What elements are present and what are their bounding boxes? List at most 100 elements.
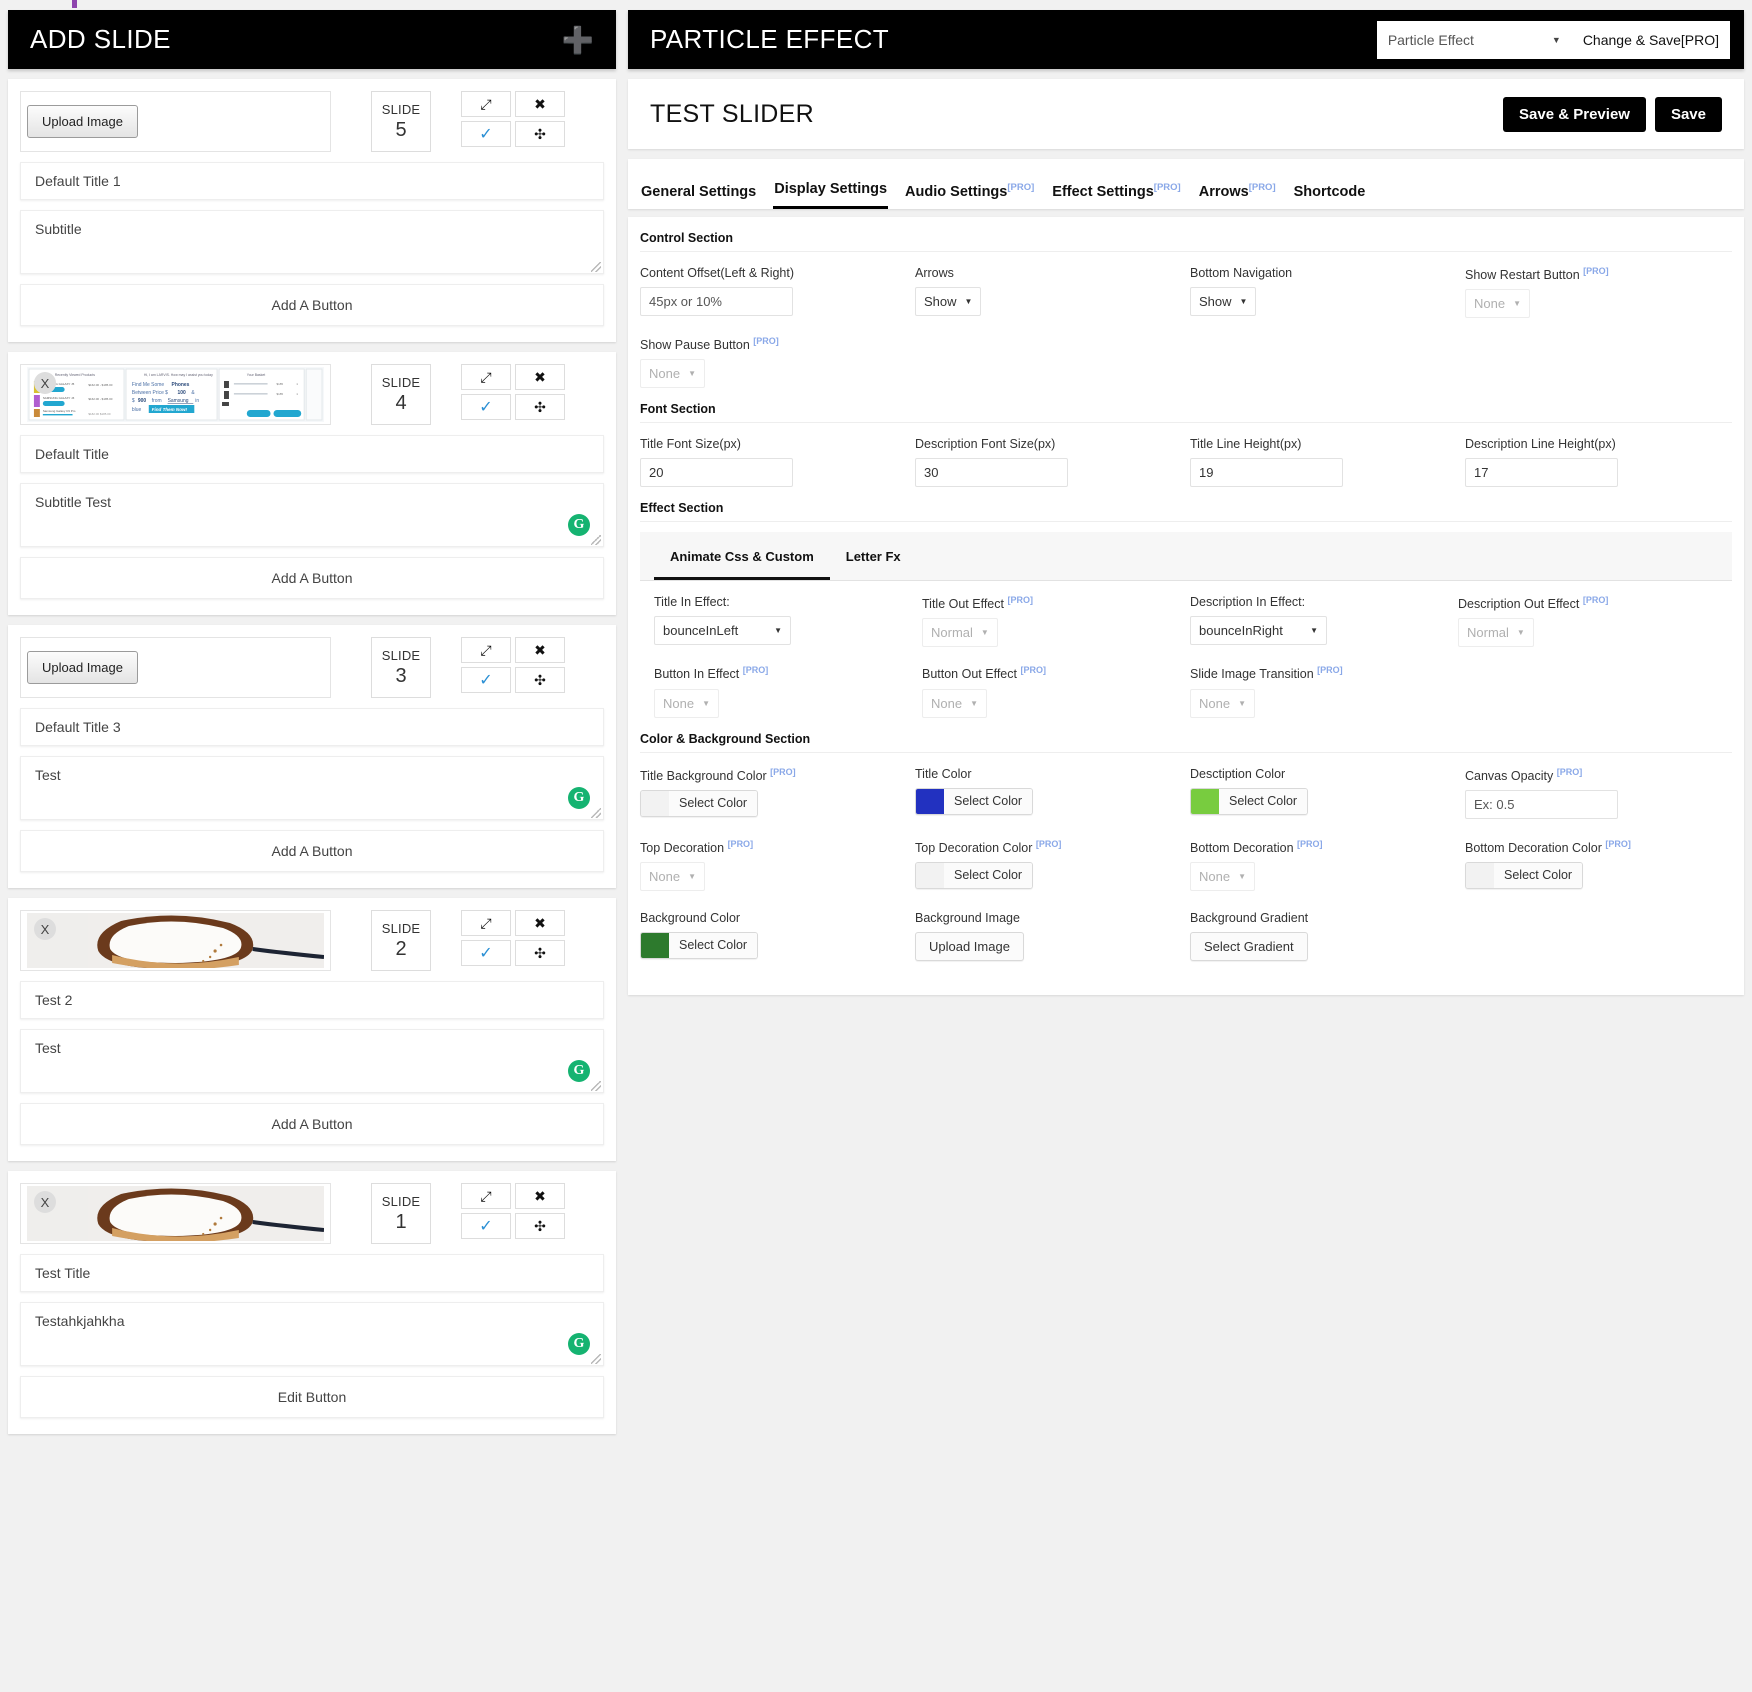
slide-button-action[interactable]: Add A Button <box>20 1103 604 1145</box>
slide-subtitle-textarea[interactable]: Subtitle <box>20 210 604 274</box>
collapse-icon[interactable]: ⤢ <box>461 910 511 936</box>
tab-arrows[interactable]: Arrows[PRO] <box>1198 182 1277 209</box>
bottom-navigation-select[interactable]: Show ▼ <box>1190 287 1257 316</box>
close-icon[interactable]: ✖ <box>515 910 565 936</box>
upload-image-button[interactable]: Upload Image <box>27 105 138 138</box>
slide-thumbnail[interactable]: Upload Image <box>20 91 331 152</box>
slide-subtitle-textarea[interactable]: Test G <box>20 756 604 820</box>
tab-label: Effect Settings <box>1052 184 1154 200</box>
top-decoration-select[interactable]: None ▼ <box>640 861 705 891</box>
title-line-height-input[interactable]: 19 <box>1190 458 1343 488</box>
grammarly-icon[interactable]: G <box>568 1060 590 1082</box>
move-icon[interactable]: ✣ <box>515 940 565 966</box>
close-icon[interactable]: ✖ <box>515 1183 565 1209</box>
grammarly-icon[interactable]: G <box>568 787 590 809</box>
move-icon[interactable]: ✣ <box>515 394 565 420</box>
effect-tabs: Animate Css & Custom Letter Fx <box>640 532 1732 582</box>
tab-shortcode[interactable]: Shortcode <box>1293 184 1367 209</box>
slide-title-input[interactable]: Test Title <box>20 1254 604 1292</box>
desc-out-effect-select[interactable]: Normal ▼ <box>1458 618 1534 648</box>
resize-handle[interactable] <box>591 535 601 545</box>
content-offset-input[interactable]: 45px or 10% <box>640 287 793 316</box>
tab-display-settings[interactable]: Display Settings <box>773 181 889 209</box>
show-pause-button-select[interactable]: None ▼ <box>640 359 705 389</box>
collapse-icon[interactable]: ⤢ <box>461 91 511 117</box>
effect-tab-letter-fx[interactable]: Letter Fx <box>830 532 917 580</box>
desc-line-height-input[interactable]: 17 <box>1465 458 1618 488</box>
pro-badge: [PRO] <box>753 336 779 347</box>
upload-image-button[interactable]: Upload Image <box>27 651 138 684</box>
slide-subtitle-textarea[interactable]: Testahkjahkha G <box>20 1302 604 1366</box>
slide-title-input[interactable]: Default Title 3 <box>20 708 604 746</box>
resize-handle[interactable] <box>591 1354 601 1364</box>
title-background-color-button[interactable]: Select Color <box>640 789 759 817</box>
show-restart-button-select[interactable]: None ▼ <box>1465 289 1530 319</box>
desc-out-effect-label: Description Out Effect [PRO] <box>1458 595 1718 611</box>
enable-checkbox[interactable]: ✓ <box>461 1213 511 1239</box>
title-out-effect-select[interactable]: Normal ▼ <box>922 618 998 648</box>
slide-thumbnail[interactable]: Upload Image <box>20 637 331 698</box>
enable-checkbox[interactable]: ✓ <box>461 394 511 420</box>
collapse-icon[interactable]: ⤢ <box>461 637 511 663</box>
remove-image-badge[interactable]: X <box>34 918 56 940</box>
top-decoration-color-button[interactable]: Select Color <box>915 861 1034 889</box>
effect-type-select[interactable]: Particle Effect ▼ <box>1376 20 1572 59</box>
tab-audio-settings[interactable]: Audio Settings[PRO] <box>904 182 1035 209</box>
background-color-button[interactable]: Select Color <box>640 931 759 959</box>
field-canvas-opacity: Canvas Opacity [PRO] Ex: 0.5 <box>1465 763 1732 831</box>
desc-font-size-input[interactable]: 30 <box>915 458 1068 488</box>
slide-button-action[interactable]: Add A Button <box>20 830 604 872</box>
description-color-button[interactable]: Select Color <box>1190 787 1309 815</box>
change-save-button[interactable]: Change & Save[PRO] <box>1571 20 1730 59</box>
slide-button-action[interactable]: Edit Button <box>20 1376 604 1418</box>
canvas-opacity-input[interactable]: Ex: 0.5 <box>1465 789 1618 819</box>
bottom-decoration-select[interactable]: None ▼ <box>1190 861 1255 891</box>
slide-title-input[interactable]: Test 2 <box>20 981 604 1019</box>
move-icon[interactable]: ✣ <box>515 1213 565 1239</box>
bottom-decoration-color-button[interactable]: Select Color <box>1465 861 1584 889</box>
collapse-icon[interactable]: ⤢ <box>461 364 511 390</box>
remove-image-badge[interactable]: X <box>34 372 56 394</box>
save-preview-button[interactable]: Save & Preview <box>1503 96 1646 132</box>
save-button[interactable]: Save <box>1654 96 1722 132</box>
enable-checkbox[interactable]: ✓ <box>461 940 511 966</box>
enable-checkbox[interactable]: ✓ <box>461 121 511 147</box>
tab-effect-settings[interactable]: Effect Settings[PRO] <box>1051 182 1181 209</box>
enable-checkbox[interactable]: ✓ <box>461 667 511 693</box>
slide-subtitle-textarea[interactable]: Subtitle Test G <box>20 483 604 547</box>
slide-title-input[interactable]: Default Title <box>20 435 604 473</box>
move-icon[interactable]: ✣ <box>515 121 565 147</box>
slide-image-transition-select[interactable]: None ▼ <box>1190 688 1255 718</box>
field-top-decoration-color: Top Decoration Color [PRO] Select Color <box>915 835 1182 903</box>
title-color-button[interactable]: Select Color <box>915 787 1034 815</box>
remove-image-badge[interactable]: X <box>34 1191 56 1213</box>
slide-thumbnail[interactable]: Recently Viewed Products Hi, I am LARVIS… <box>20 364 331 425</box>
slide-title-input[interactable]: Default Title 1 <box>20 162 604 200</box>
title-font-size-input[interactable]: 20 <box>640 458 793 488</box>
desc-in-effect-select[interactable]: bounceInRight ▼ <box>1190 616 1327 646</box>
button-out-effect-select[interactable]: None ▼ <box>922 688 987 718</box>
button-in-effect-select[interactable]: None ▼ <box>654 688 719 718</box>
close-icon[interactable]: ✖ <box>515 637 565 663</box>
collapse-icon[interactable]: ⤢ <box>461 1183 511 1209</box>
resize-handle[interactable] <box>591 1081 601 1091</box>
title-in-effect-select[interactable]: bounceInLeft ▼ <box>654 616 791 646</box>
close-icon[interactable]: ✖ <box>515 364 565 390</box>
background-upload-image-button[interactable]: Upload Image <box>915 931 1024 961</box>
resize-handle[interactable] <box>591 262 601 272</box>
slide-button-action[interactable]: Add A Button <box>20 557 604 599</box>
grammarly-icon[interactable]: G <box>568 514 590 536</box>
tab-general-settings[interactable]: General Settings <box>640 184 757 209</box>
arrows-select[interactable]: Show ▼ <box>915 287 982 316</box>
close-icon[interactable]: ✖ <box>515 91 565 117</box>
grammarly-icon[interactable]: G <box>568 1333 590 1355</box>
add-slide-plus-icon[interactable]: ➕ <box>562 27 594 53</box>
effect-tab-animate-css-custom[interactable]: Animate Css & Custom <box>654 532 830 581</box>
slide-thumbnail[interactable] <box>20 1183 331 1244</box>
move-icon[interactable]: ✣ <box>515 667 565 693</box>
slide-thumbnail[interactable] <box>20 910 331 971</box>
slide-button-action[interactable]: Add A Button <box>20 284 604 326</box>
slide-subtitle-textarea[interactable]: Test G <box>20 1029 604 1093</box>
select-gradient-button[interactable]: Select Gradient <box>1190 931 1308 961</box>
resize-handle[interactable] <box>591 808 601 818</box>
